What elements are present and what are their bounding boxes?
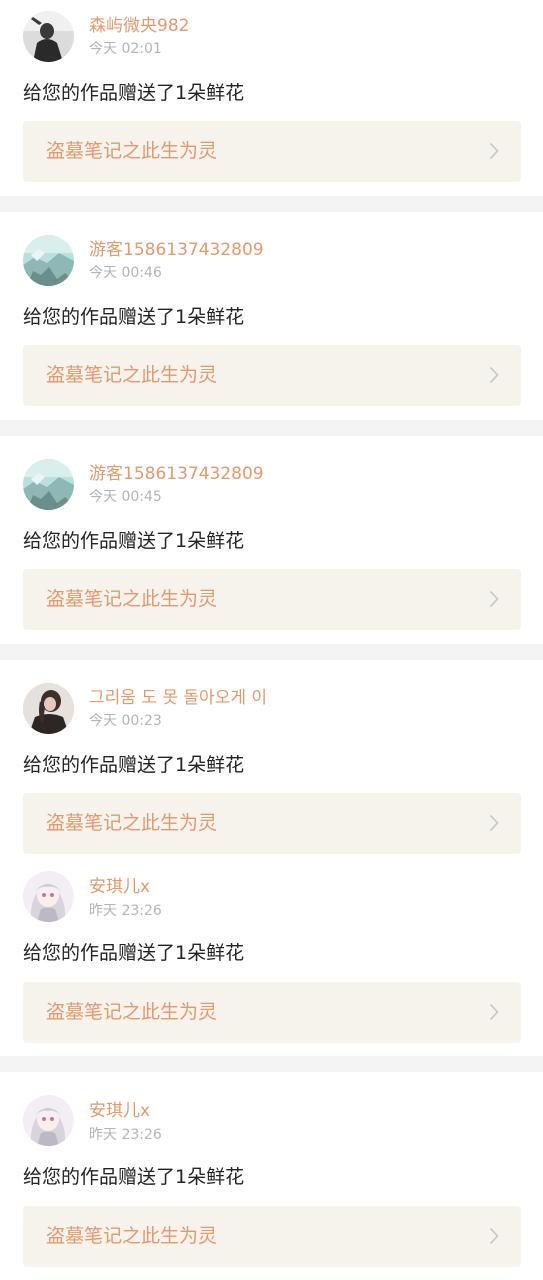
notification-message: 给您的作品赠送了1朵鲜花 bbox=[23, 754, 245, 776]
user-name[interactable]: 游客1586137432809 bbox=[89, 464, 264, 484]
user-avatar[interactable] bbox=[23, 1095, 74, 1146]
notification-card: 游客1586137432809 今天 00:46 给您的作品赠送了1朵鲜花 盗墓… bbox=[0, 212, 543, 420]
avatar-dark-portrait-icon bbox=[23, 683, 74, 734]
user-avatar[interactable] bbox=[23, 235, 74, 286]
work-title: 盗墓笔记之此生为灵 bbox=[46, 812, 218, 834]
avatar-teal-landscape-icon bbox=[23, 235, 74, 286]
notification-message: 给您的作品赠送了1朵鲜花 bbox=[23, 306, 245, 328]
notification-card: 그리움 도 못 돌아오게 이 今天 00:23 给您的作品赠送了1朵鲜花 盗墓笔… bbox=[0, 660, 543, 860]
work-link-button[interactable]: 盗墓笔记之此生为灵 bbox=[23, 982, 521, 1043]
avatar-anime-girl-icon bbox=[23, 871, 74, 922]
user-avatar[interactable] bbox=[23, 683, 74, 734]
user-name[interactable]: 游客1586137432809 bbox=[89, 240, 264, 260]
avatar-teal-landscape-icon bbox=[23, 459, 74, 510]
work-title: 盗墓笔记之此生为灵 bbox=[46, 1001, 218, 1023]
work-title: 盗墓笔记之此生为灵 bbox=[46, 588, 218, 610]
notification-feed: 森屿微央982 今天 02:01 给您的作品赠送了1朵鲜花 盗墓笔记之此生为灵 … bbox=[0, 0, 543, 1280]
chevron-right-icon bbox=[490, 591, 499, 607]
user-avatar[interactable] bbox=[23, 459, 74, 510]
work-title: 盗墓笔记之此生为灵 bbox=[46, 364, 218, 386]
work-title: 盗墓笔记之此生为灵 bbox=[46, 1225, 218, 1247]
notification-time: 今天 00:23 bbox=[89, 713, 162, 729]
notification-message: 给您的作品赠送了1朵鲜花 bbox=[23, 942, 245, 964]
notification-message: 给您的作品赠送了1朵鲜花 bbox=[23, 1166, 245, 1188]
notification-time: 今天 00:46 bbox=[89, 265, 162, 281]
notification-time: 今天 02:01 bbox=[89, 41, 162, 57]
work-link-button[interactable]: 盗墓笔记之此生为灵 bbox=[23, 569, 521, 630]
user-avatar[interactable] bbox=[23, 11, 74, 62]
chevron-right-icon bbox=[490, 367, 499, 383]
chevron-right-icon bbox=[490, 815, 499, 831]
notification-card: 安琪儿x 昨天 23:26 给您的作品赠送了1朵鲜花 盗墓笔记之此生为灵 bbox=[0, 860, 543, 1056]
user-name[interactable]: 安琪儿x bbox=[89, 1101, 150, 1121]
work-link-button[interactable]: 盗墓笔记之此生为灵 bbox=[23, 345, 521, 406]
chevron-right-icon bbox=[490, 1228, 499, 1244]
user-name[interactable]: 그리움 도 못 돌아오게 이 bbox=[89, 688, 267, 708]
chevron-right-icon bbox=[490, 1004, 499, 1020]
notification-message: 给您的作品赠送了1朵鲜花 bbox=[23, 82, 245, 104]
notification-message: 给您的作品赠送了1朵鲜花 bbox=[23, 530, 245, 552]
notification-card: 安琪儿x 昨天 23:26 给您的作品赠送了1朵鲜花 盗墓笔记之此生为灵 bbox=[0, 1072, 543, 1280]
work-link-button[interactable]: 盗墓笔记之此生为灵 bbox=[23, 1206, 521, 1267]
notification-time: 昨天 23:26 bbox=[89, 1127, 162, 1143]
notification-time: 今天 00:45 bbox=[89, 489, 162, 505]
user-avatar[interactable] bbox=[23, 871, 74, 922]
work-link-button[interactable]: 盗墓笔记之此生为灵 bbox=[23, 121, 521, 182]
work-title: 盗墓笔记之此生为灵 bbox=[46, 140, 218, 162]
user-name[interactable]: 安琪儿x bbox=[89, 877, 150, 897]
avatar-anime-girl-icon bbox=[23, 1095, 74, 1146]
notification-time: 昨天 23:26 bbox=[89, 903, 162, 919]
avatar-bw-photo-icon bbox=[23, 11, 74, 62]
notification-card: 游客1586137432809 今天 00:45 给您的作品赠送了1朵鲜花 盗墓… bbox=[0, 436, 543, 644]
chevron-right-icon bbox=[490, 143, 499, 159]
notification-card: 森屿微央982 今天 02:01 给您的作品赠送了1朵鲜花 盗墓笔记之此生为灵 bbox=[0, 0, 543, 196]
work-link-button[interactable]: 盗墓笔记之此生为灵 bbox=[23, 793, 521, 854]
user-name[interactable]: 森屿微央982 bbox=[89, 16, 189, 36]
